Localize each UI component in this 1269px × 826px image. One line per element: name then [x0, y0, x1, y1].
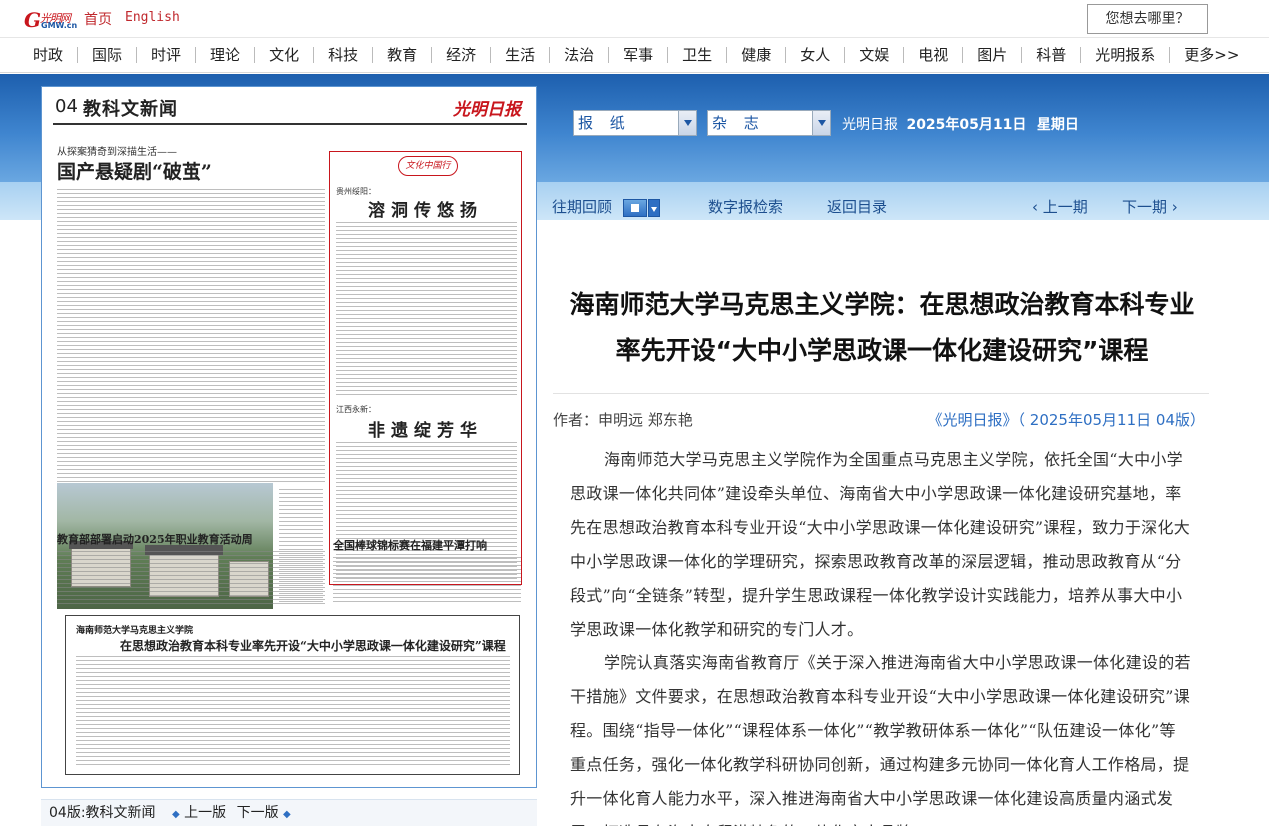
english-link[interactable]: English: [125, 10, 180, 25]
next-arrow-icon: ◆: [283, 809, 291, 820]
nav-item[interactable]: 教育: [373, 47, 433, 63]
main-nav: 时政 国际 时评 理论 文化 科技 教育 经济 生活 法治 军事 卫生 健康 女人 文娱 电视 图片 科普 光明报系…: [0, 38, 1269, 73]
inset-kicker: 海南师范大学马克思主义学院: [76, 626, 194, 636]
magazine-select-value: 杂 志: [712, 114, 765, 132]
where-to-go-button[interactable]: 您想去哪里？: [1087, 4, 1208, 34]
story-headline-3[interactable]: 全国棒球锦标赛在福建平潭打响: [333, 537, 487, 553]
calendar-icon[interactable]: [623, 199, 647, 217]
nav-item[interactable]: 更多>>: [1170, 47, 1253, 63]
text-block: [333, 557, 521, 605]
box-headline-2: 非遗绽芳华: [368, 421, 483, 441]
paper-select-value: 报 纸: [578, 114, 631, 132]
nav-item[interactable]: 卫生: [668, 47, 728, 63]
nav-item[interactable]: 国际: [78, 47, 138, 63]
page-section: 教科文新闻: [83, 99, 178, 120]
back-to-index-link[interactable]: 返回目录: [827, 196, 887, 217]
box-location-2: 江西永新：: [336, 405, 376, 414]
issue-toolbar: 往期回顾 数字报检索 返回目录 ‹ 上一期 下一期 ›: [552, 196, 1202, 218]
headline-line-2: 率先开设“大中小学思政课一体化建设研究”课程: [615, 336, 1149, 365]
page-label: 04版:教科文新闻: [49, 805, 156, 821]
page-number: 04: [55, 96, 78, 117]
culture-seal: 文化中国行: [398, 156, 458, 176]
nav-item[interactable]: 理论: [196, 47, 256, 63]
prev-arrow-icon: ◆: [171, 809, 180, 820]
culture-box[interactable]: 文化中国行 贵州绥阳： 溶洞传悠扬 江西永新： 非遗绽芳华: [329, 151, 522, 585]
digital-search-link[interactable]: 数字报检索: [708, 196, 783, 217]
publication-date: 2025年05月11日: [906, 117, 1027, 133]
top-bar: G 光明网 GMW.cn 首页 English 您想去哪里？: [0, 0, 1269, 38]
nav-item[interactable]: 军事: [609, 47, 669, 63]
text-block: [336, 222, 517, 398]
nav-item[interactable]: 科普: [1022, 47, 1082, 63]
nav-item[interactable]: 文化: [255, 47, 315, 63]
nav-item[interactable]: 生活: [491, 47, 551, 63]
paper-select[interactable]: 报 纸: [573, 110, 697, 136]
nav-item[interactable]: 电视: [904, 47, 964, 63]
story-title[interactable]: 国产悬疑剧“破茧”: [57, 157, 212, 184]
nav-item[interactable]: 时政: [19, 47, 79, 63]
publication-info: 光明日报 2025年05月11日 星期日: [842, 114, 1079, 134]
nav-item[interactable]: 经济: [432, 47, 492, 63]
text-block[interactable]: [57, 189, 325, 483]
nav-item[interactable]: 文娱: [845, 47, 905, 63]
article-byline: 作者：申明远 郑东艳: [553, 411, 693, 429]
article-paragraph-2: 学院认真落实海南省教育厅《关于深入推进海南省大中小学思政课一体化建设的若干措施》…: [570, 653, 1191, 826]
next-issue-link[interactable]: 下一期 ›: [1122, 196, 1178, 217]
prev-page-link[interactable]: 上一版: [184, 805, 226, 821]
article-headline: 海南师范大学马克思主义学院：在思想政治教育本科专业 率先开设“大中小学思政课一体…: [552, 282, 1212, 374]
archive-link[interactable]: 往期回顾: [552, 196, 612, 217]
nav-item[interactable]: 时评: [137, 47, 197, 63]
masthead: 光明日报: [453, 100, 521, 120]
calendar-dropdown-icon[interactable]: [648, 199, 660, 217]
article-paragraph-1: 海南师范大学马克思主义学院作为全国重点马克思主义学院，依托全国“大中小学思政课一…: [570, 450, 1191, 639]
page-caption-bar: 04版:教科文新闻 ◆ 上一版 下一版 ◆: [41, 799, 537, 826]
headline-line-1: 海南师范大学马克思主义学院：在思想政治教育本科专业: [569, 290, 1195, 319]
publication-weekday: 星期日: [1036, 117, 1079, 133]
logo-mark: G: [24, 8, 42, 32]
divider: [553, 393, 1209, 394]
page-header: 04 教科文新闻 光明日报: [53, 95, 527, 125]
box-headline-1: 溶洞传悠扬: [368, 201, 483, 221]
highlighted-article-box[interactable]: 海南师范大学马克思主义学院 在思想政治教育本科专业率先开设“大中小学思政课一体化…: [65, 615, 520, 775]
logo-en: GMW.cn: [41, 21, 78, 30]
nav-item[interactable]: 光明报系: [1081, 47, 1171, 63]
story-headline-2[interactable]: 教育部部署启动2025年职业教育活动周: [57, 531, 253, 547]
newspaper-page-image[interactable]: 04 教科文新闻 光明日报 从探案猜奇到深描生活—— 国产悬疑剧“破茧” 文化中…: [41, 86, 537, 788]
prev-issue-link[interactable]: ‹ 上一期: [1032, 196, 1088, 217]
text-block: [57, 551, 325, 607]
publication-name: 光明日报: [842, 117, 898, 133]
magazine-select[interactable]: 杂 志: [707, 110, 831, 136]
chevron-down-icon: [678, 111, 696, 135]
nav-item[interactable]: 女人: [786, 47, 846, 63]
chevron-down-icon: [812, 111, 830, 135]
next-page-link[interactable]: 下一版: [237, 805, 279, 821]
nav-item[interactable]: 法治: [550, 47, 610, 63]
text-block: [76, 656, 510, 768]
nav-item[interactable]: 健康: [727, 47, 787, 63]
story-kicker[interactable]: 从探案猜奇到深描生活——: [57, 143, 177, 158]
inset-title: 在思想政治教育本科专业率先开设“大中小学思政课一体化建设研究”课程: [120, 639, 506, 653]
nav-item[interactable]: 科技: [314, 47, 374, 63]
home-link[interactable]: 首页: [84, 9, 112, 29]
gmw-logo[interactable]: G 光明网 GMW.cn: [24, 8, 78, 32]
article-source[interactable]: 《光明日报》（ 2025年05月11日 04版）: [928, 409, 1205, 430]
nav-item[interactable]: 图片: [963, 47, 1023, 63]
